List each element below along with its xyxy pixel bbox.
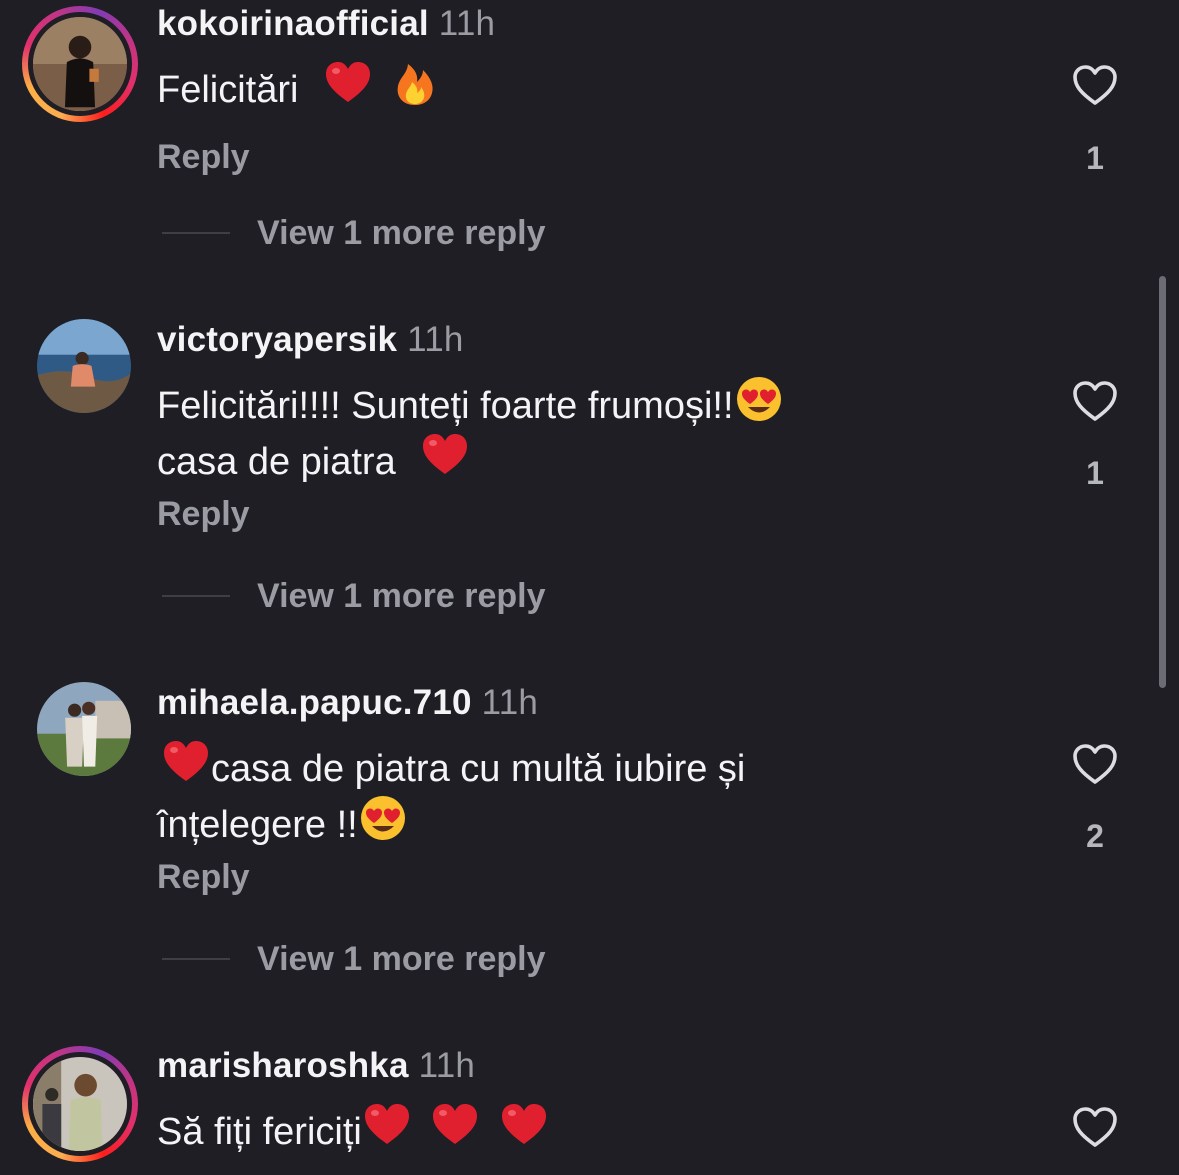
heart-outline-icon[interactable] — [1071, 1105, 1119, 1149]
comment-text-line: casa de piatra cu multă iubire și — [211, 748, 746, 790]
reply-button[interactable]: Reply — [157, 495, 250, 534]
timestamp: 11h — [407, 320, 464, 359]
avatar-photo — [33, 17, 127, 111]
fire-emoji — [390, 58, 440, 108]
username-text[interactable]: mihaela.papuc.710 — [157, 683, 472, 722]
comment-text: Să fiți fericiți — [157, 1100, 997, 1156]
comment-text-line: Felicitări!!!! Sunteți foarte frumoși!! — [157, 385, 734, 427]
red-heart-emoji — [323, 58, 373, 108]
red-heart-emoji — [161, 737, 211, 787]
reply-button[interactable]: Reply — [157, 138, 250, 177]
like-count: 1 — [1086, 455, 1104, 491]
timestamp: 11h — [481, 683, 539, 722]
avatar-photo — [33, 1057, 127, 1151]
divider-line — [162, 232, 230, 234]
comment-text: Felicitări — [157, 58, 997, 114]
reply-button[interactable]: Reply — [157, 858, 250, 897]
heart-outline-icon[interactable] — [1071, 742, 1119, 786]
view-more-replies-button[interactable]: View 1 more reply — [257, 214, 546, 253]
avatar[interactable] — [37, 319, 131, 413]
comment-text-line: Să fiți fericiți — [157, 1111, 362, 1153]
divider-line — [162, 958, 230, 960]
comment-text-line: Felicitări — [157, 69, 299, 111]
red-heart-emoji — [430, 1100, 480, 1150]
avatar[interactable] — [37, 682, 131, 776]
username[interactable]: marisharoshka 11h — [157, 1046, 475, 1086]
avatar-story-ring[interactable] — [22, 6, 138, 122]
avatar[interactable] — [28, 12, 132, 116]
red-heart-emoji — [499, 1100, 549, 1150]
red-heart-emoji — [420, 430, 470, 480]
comment-text-line: casa de piatra — [157, 441, 396, 483]
username[interactable]: victoryapersik 11h — [157, 320, 464, 360]
heart-outline-icon[interactable] — [1071, 379, 1119, 423]
view-more-replies-button[interactable]: View 1 more reply — [257, 940, 546, 979]
view-more-replies-button[interactable]: View 1 more reply — [257, 577, 546, 616]
username-text[interactable]: marisharoshka — [157, 1046, 409, 1085]
scrollbar[interactable] — [1159, 276, 1166, 688]
username-text[interactable]: victoryapersik — [157, 320, 397, 359]
username-text[interactable]: kokoirinaofficial — [157, 4, 429, 43]
comment-text: casa de piatra cu multă iubire și înțele… — [157, 737, 997, 849]
comment-text-line: înțelegere !! — [157, 804, 358, 846]
avatar-story-ring[interactable] — [22, 1046, 138, 1162]
comment-text: Felicitări!!!! Sunteți foarte frumoși!! … — [157, 374, 997, 486]
like-count: 1 — [1086, 140, 1104, 176]
divider-line — [162, 595, 230, 597]
red-heart-emoji — [362, 1100, 412, 1150]
heart-eyes-emoji — [358, 793, 408, 843]
timestamp: 11h — [438, 4, 496, 43]
heart-eyes-emoji — [734, 374, 784, 424]
timestamp: 11h — [418, 1046, 476, 1085]
username[interactable]: mihaela.papuc.710 11h — [157, 683, 538, 723]
heart-outline-icon[interactable] — [1071, 63, 1119, 107]
username[interactable]: kokoirinaofficial 11h — [157, 4, 495, 44]
avatar-photo — [37, 682, 131, 776]
avatar-photo — [37, 319, 131, 413]
avatar[interactable] — [28, 1052, 132, 1156]
like-count: 2 — [1086, 818, 1104, 854]
